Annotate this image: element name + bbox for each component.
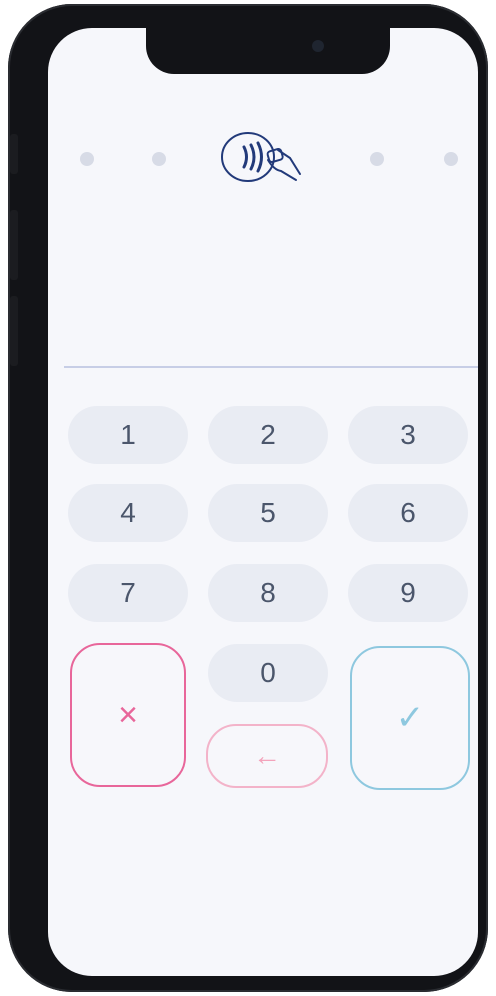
confirm-button[interactable]: ✓	[350, 646, 470, 790]
keypad-key-8[interactable]: 8	[208, 564, 328, 622]
keypad-key-0[interactable]: 0	[208, 644, 328, 702]
keypad-key-2[interactable]: 2	[208, 406, 328, 464]
keypad-key-9[interactable]: 9	[348, 564, 468, 622]
arrow-left-icon: ←	[253, 740, 281, 771]
pin-display	[48, 286, 478, 366]
pin-dot	[80, 152, 94, 166]
pin-dot	[444, 152, 458, 166]
close-icon: ×	[118, 696, 138, 734]
screen: 1 2 3 4 5 6 7 8 9 0 × ← ✓	[48, 28, 478, 976]
keypad-key-5[interactable]: 5	[208, 484, 328, 542]
backspace-button[interactable]: ←	[206, 724, 328, 788]
cancel-button[interactable]: ×	[70, 643, 186, 787]
side-button	[10, 296, 18, 366]
side-button	[10, 134, 18, 174]
keypad-key-4[interactable]: 4	[68, 484, 188, 542]
pin-dot	[152, 152, 166, 166]
keypad-key-6[interactable]: 6	[348, 484, 468, 542]
keypad-key-7[interactable]: 7	[68, 564, 188, 622]
pin-dot	[370, 152, 384, 166]
keypad-key-3[interactable]: 3	[348, 406, 468, 464]
side-button	[10, 210, 18, 280]
check-icon: ✓	[395, 699, 425, 737]
notch	[146, 28, 390, 74]
keypad-key-1[interactable]: 1	[68, 406, 188, 464]
front-camera	[312, 40, 324, 52]
contactless-icon	[221, 132, 301, 182]
phone-frame: 1 2 3 4 5 6 7 8 9 0 × ← ✓	[8, 4, 488, 992]
divider	[64, 366, 478, 368]
